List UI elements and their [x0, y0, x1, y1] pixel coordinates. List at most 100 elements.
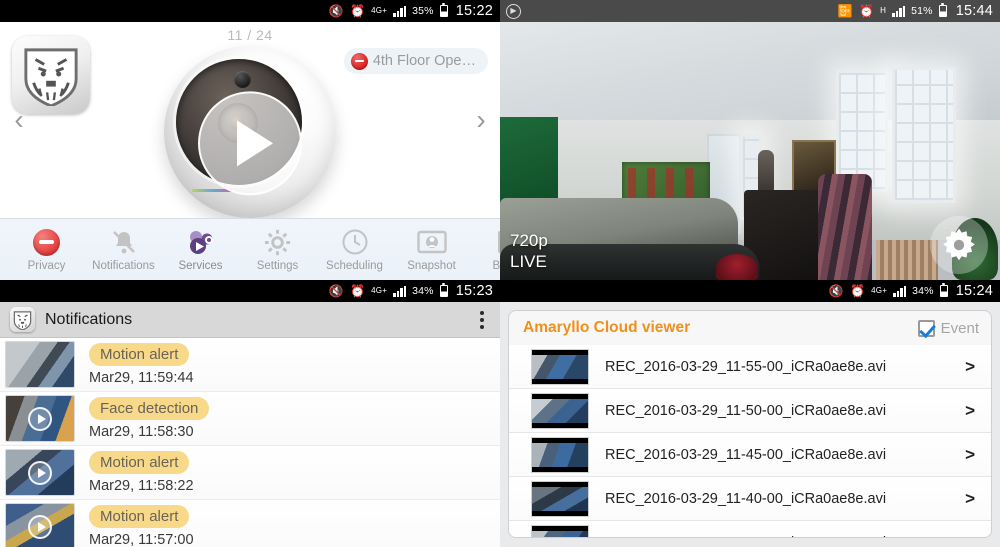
bottom-toolbar: Privacy Notifications Services Settings …	[0, 218, 500, 280]
signal-icon	[893, 285, 907, 297]
privacy-icon	[350, 52, 368, 70]
table-row[interactable]: REC_2016-03-29_11-55-00_iCRa0ae8e.avi >	[509, 345, 991, 389]
recording-thumbnail	[531, 436, 589, 473]
recording-filename: REC_2016-03-29_11-55-00_iCRa0ae8e.avi	[605, 358, 887, 375]
notification-thumbnail[interactable]	[5, 503, 75, 547]
status-clock: 15:44	[955, 3, 993, 19]
toolbar-item-privacy[interactable]: Privacy	[8, 227, 85, 272]
recording-thumbnail	[531, 524, 589, 537]
scene-statue	[758, 150, 774, 192]
signal-icon	[892, 5, 906, 17]
notification-thumbnail[interactable]	[5, 395, 75, 442]
event-filter-toggle[interactable]: Event	[917, 319, 979, 337]
status-clock: 15:23	[455, 283, 493, 299]
toolbar-item-notifications[interactable]: Notifications	[85, 227, 162, 272]
battery-percent: 34%	[412, 285, 434, 297]
toolbar-item-background[interactable]: Backg	[470, 227, 500, 272]
toolbar-label: Settings	[256, 260, 299, 272]
status-badge: Motion alert	[89, 505, 190, 528]
list-item[interactable]: Motion alert Mar29, 11:59:44	[0, 338, 500, 392]
notification-timestamp: Mar29, 11:58:30	[89, 424, 194, 440]
carousel-page-counter: 11 / 24	[227, 27, 273, 43]
table-row[interactable]: REC_2016-03-29_11-45-00_iCRa0ae8e.avi >	[509, 433, 991, 477]
toolbar-label: Privacy	[27, 260, 66, 272]
services-icon	[186, 227, 216, 257]
battery-icon	[439, 3, 448, 17]
panel-live-view: ▶ 📴 ⏰ H 51% 15:44 720p LIVE	[500, 0, 1000, 280]
list-item[interactable]: Motion alert Mar29, 11:57:00	[0, 500, 500, 547]
list-item[interactable]: Face detection Mar29, 11:58:30	[0, 392, 500, 446]
carousel-prev-button[interactable]: ‹	[4, 106, 34, 134]
device-stage: 11 / 24 4th Floor Ope… ‹ ›	[0, 22, 500, 218]
status-clock: 15:22	[455, 3, 493, 19]
chevron-right-icon[interactable]: >	[965, 357, 975, 377]
cloud-viewer-card: Amaryllo Cloud viewer Event REC_2016-03-…	[508, 310, 992, 538]
clock-icon	[341, 227, 369, 257]
app-logo	[12, 36, 90, 114]
toolbar-label: Scheduling	[326, 260, 383, 272]
list-item[interactable]: Motion alert Mar29, 11:58:22	[0, 446, 500, 500]
recording-filename: REC_2016-03-29_11-35-01_iCRa0ae8e.avi	[605, 535, 949, 538]
battery-percent: 34%	[912, 285, 934, 297]
network-type-label: 4G+	[371, 6, 388, 15]
status-badge: Motion alert	[89, 451, 190, 474]
table-row[interactable]: REC_2016-03-29_11-50-00_iCRa0ae8e.avi >	[509, 389, 991, 433]
scene-window	[892, 67, 956, 203]
snapshot-icon	[416, 227, 447, 257]
device-body: 11 / 24 4th Floor Ope… ‹ › Privacy Notif…	[0, 22, 500, 280]
notification-thumbnail[interactable]	[5, 341, 75, 388]
chevron-right-icon[interactable]: >	[965, 401, 975, 421]
kebab-menu-icon[interactable]	[474, 307, 490, 333]
notifications-list[interactable]: Motion alert Mar29, 11:59:44 Face detect…	[0, 338, 500, 547]
play-button[interactable]	[198, 91, 302, 196]
status-badge: Motion alert	[89, 343, 190, 366]
resolution-label: 720p	[510, 230, 548, 250]
play-icon[interactable]	[28, 406, 52, 431]
vibrate-icon: 📴	[837, 4, 853, 18]
notification-thumbnail[interactable]	[5, 449, 75, 496]
chevron-right-icon[interactable]: >	[965, 445, 975, 465]
toolbar-item-scheduling[interactable]: Scheduling	[316, 227, 393, 272]
camera-device-graphic[interactable]	[164, 46, 336, 218]
play-icon[interactable]	[28, 460, 52, 485]
carousel-next-button[interactable]: ›	[466, 106, 496, 134]
recording-thumbnail	[531, 348, 589, 385]
toolbar-label: Backg	[492, 260, 500, 272]
video-overlay-info: 720p LIVE	[510, 230, 548, 273]
chevron-right-icon[interactable]: >	[965, 533, 975, 538]
panel-cloud-viewer: 🔇 ⏰ 4G+ 34% 15:24 Amaryllo Cloud viewer …	[500, 280, 1000, 547]
event-checkbox[interactable]	[917, 319, 935, 337]
device-name-label: 4th Floor Ope…	[372, 53, 476, 69]
play-icon[interactable]	[28, 514, 52, 539]
network-type-label: 4G+	[371, 286, 388, 295]
device-name-badge[interactable]: 4th Floor Ope…	[343, 48, 488, 74]
recording-file-list[interactable]: REC_2016-03-29_11-55-00_iCRa0ae8e.avi > …	[509, 345, 991, 538]
panel-notifications: 🔇 ⏰ 4G+ 34% 15:23 Notifications Motion a…	[0, 280, 500, 547]
signal-icon	[393, 285, 407, 297]
recording-filename: REC_2016-03-29_11-40-00_iCRa0ae8e.avi	[605, 490, 887, 507]
toolbar-item-settings[interactable]: Settings	[239, 227, 316, 272]
status-bar-top-right: ▶ 📴 ⏰ H 51% 15:44	[500, 0, 1000, 22]
thumbnail-image	[6, 342, 74, 387]
table-row[interactable]: REC_2016-03-29_11-35-01_iCRa0ae8e.avi >	[509, 521, 991, 538]
mute-icon: 🔇	[828, 284, 844, 298]
alarm-icon: ⏰	[849, 284, 866, 298]
video-settings-button[interactable]	[930, 216, 988, 274]
chevron-right-icon[interactable]: >	[965, 489, 975, 509]
record-icon: ▶	[506, 3, 521, 19]
live-video-feed[interactable]: 720p LIVE	[500, 22, 1000, 280]
recording-thumbnail	[531, 480, 589, 517]
network-type-label: H	[880, 6, 887, 15]
signal-icon	[393, 5, 407, 17]
battery-icon	[439, 283, 448, 297]
notification-timestamp: Mar29, 11:59:44	[89, 370, 194, 386]
panel-device-carousel: 🔇 ⏰ 4G+ 35% 15:22 11 / 24 4th Floor Ope……	[0, 0, 500, 280]
gear-icon	[263, 227, 292, 257]
mute-icon: 🔇	[328, 284, 344, 298]
toolbar-item-services[interactable]: Services	[162, 227, 239, 272]
toolbar-item-snapshot[interactable]: Snapshot	[393, 227, 470, 272]
table-row[interactable]: REC_2016-03-29_11-40-00_iCRa0ae8e.avi >	[509, 477, 991, 521]
notification-meta: Motion alert Mar29, 11:59:44	[89, 343, 194, 386]
status-clock: 15:24	[955, 283, 993, 299]
bell-off-icon	[110, 227, 138, 257]
